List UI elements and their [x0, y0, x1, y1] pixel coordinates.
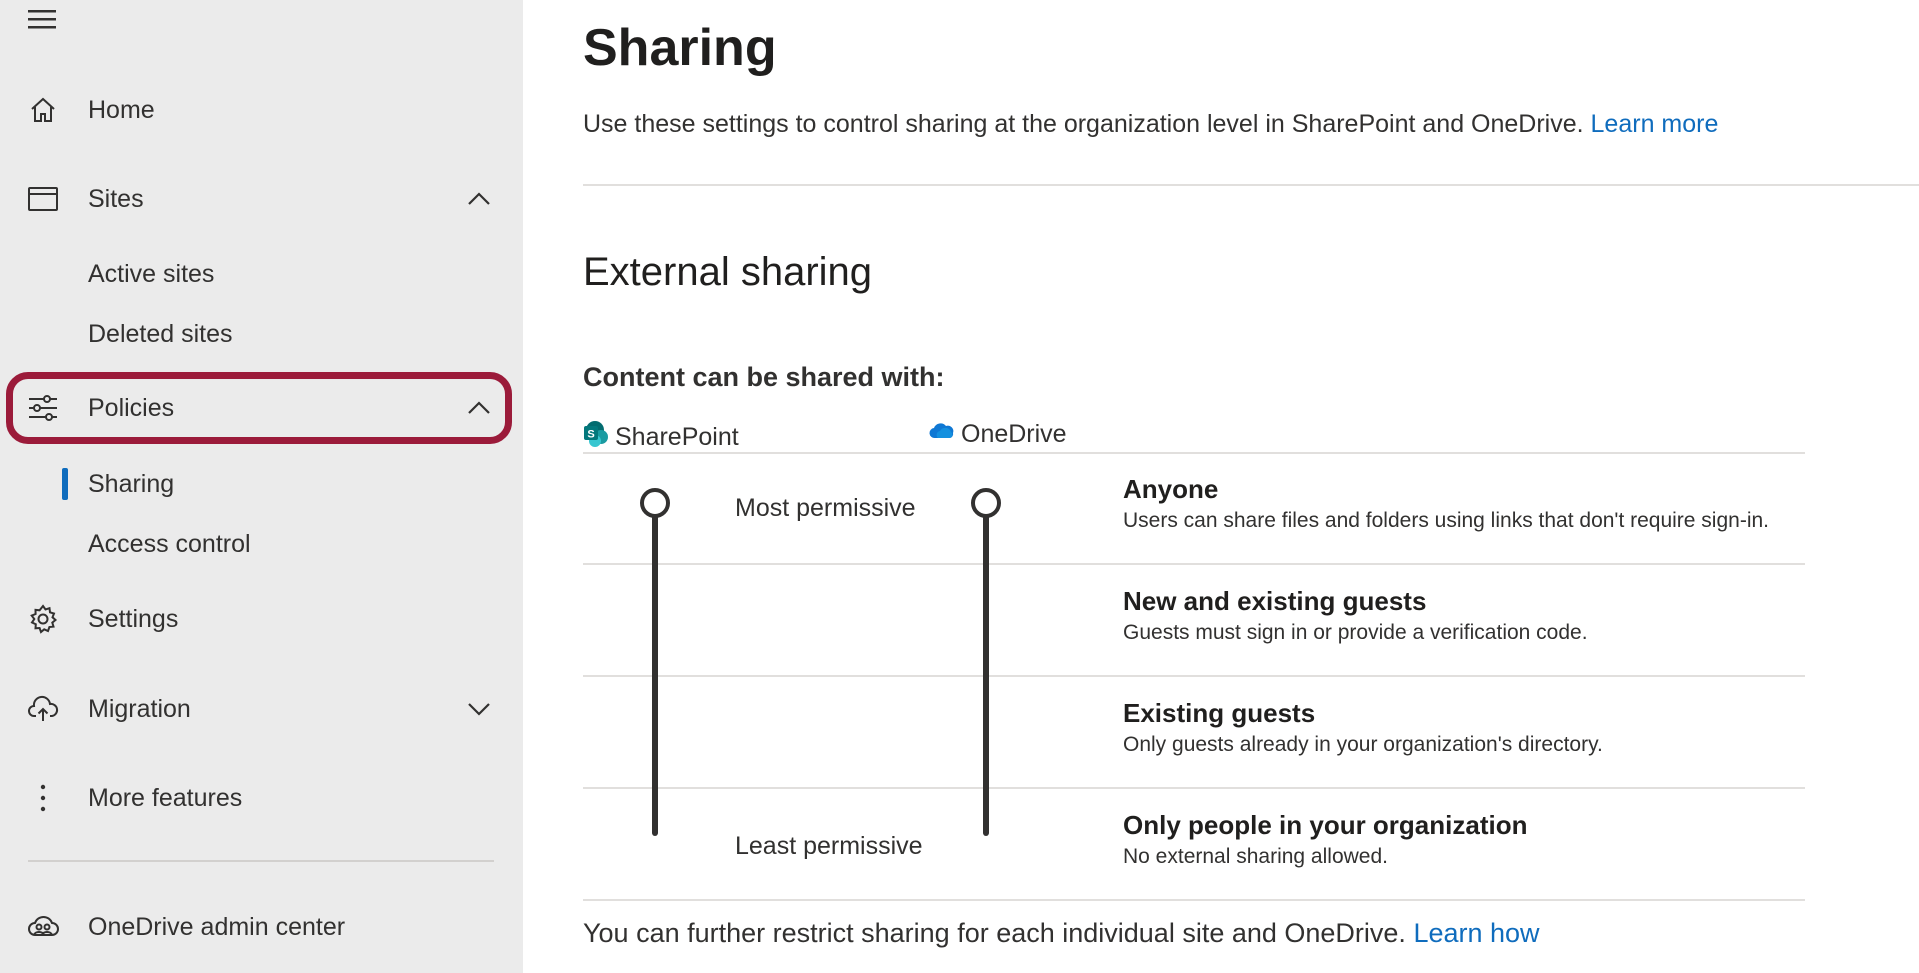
option-only-organization: Only people in your organization No exte…: [1123, 810, 1527, 869]
learn-how-link[interactable]: Learn how: [1413, 918, 1539, 948]
sidebar-item-access-control[interactable]: Access control: [0, 518, 523, 570]
home-icon: [26, 93, 60, 127]
page-description-text: Use these settings to control sharing at…: [583, 110, 1584, 138]
sidebar-item-migration[interactable]: Migration: [0, 679, 523, 739]
app-window: Home Sites Active sites Deleted sites Po…: [0, 0, 1919, 973]
sharepoint-label-text: SharePoint: [615, 423, 739, 451]
option-title: Anyone: [1123, 474, 1219, 504]
section-title: External sharing: [583, 250, 873, 294]
onedrive-label-text: OneDrive: [961, 420, 1067, 448]
sharepoint-logo-icon: S: [583, 420, 609, 455]
sidebar-item-label: Sharing: [88, 469, 175, 498]
sidebar-item-more-features[interactable]: More features: [0, 768, 523, 828]
learn-more-link[interactable]: Learn more: [1591, 110, 1719, 138]
slider-track: [652, 502, 658, 836]
onedrive-logo-icon: [929, 420, 955, 449]
sidebar-item-sharing[interactable]: Sharing: [0, 458, 523, 510]
onedrive-label: OneDrive: [929, 420, 1067, 449]
most-permissive-label: Most permissive: [735, 494, 916, 522]
sidebar-item-label: Deleted sites: [88, 319, 233, 348]
chevron-up-icon[interactable]: [462, 182, 496, 216]
option-anyone: Anyone Users can share files and folders…: [1123, 474, 1769, 533]
sidebar-item-onedrive-admin-center[interactable]: OneDrive admin center: [0, 897, 523, 957]
option-title: New and existing guests: [1123, 586, 1427, 616]
selected-indicator: [62, 468, 68, 500]
option-description: Only guests already in your organization…: [1123, 733, 1603, 756]
sidebar-nav: Home Sites Active sites Deleted sites Po…: [0, 0, 523, 973]
slider-thumb[interactable]: [640, 488, 670, 518]
sidebar-item-deleted-sites[interactable]: Deleted sites: [0, 308, 523, 360]
sliders-icon: [26, 391, 60, 425]
row-divider: [583, 675, 1805, 677]
least-permissive-label: Least permissive: [735, 832, 923, 860]
page-description: Use these settings to control sharing at…: [583, 110, 1718, 139]
sidebar-item-label: Settings: [88, 604, 179, 633]
slider-thumb[interactable]: [971, 488, 1001, 518]
sidebar-item-home[interactable]: Home: [0, 80, 523, 140]
option-description: Guests must sign in or provide a verific…: [1123, 621, 1588, 644]
sidebar-item-label: OneDrive admin center: [88, 912, 346, 941]
row-divider: [583, 787, 1805, 789]
section-divider: [583, 184, 1919, 186]
sidebar-item-label: Home: [88, 95, 155, 124]
sharepoint-sharing-slider[interactable]: [640, 488, 670, 850]
sidebar-item-sites[interactable]: Sites: [0, 169, 523, 229]
footer-note-text: You can further restrict sharing for eac…: [583, 918, 1406, 948]
row-divider: [583, 899, 1805, 901]
cloud-upload-icon: [26, 692, 60, 726]
option-description: Users can share files and folders using …: [1123, 509, 1770, 532]
slider-track: [983, 502, 989, 836]
content-shared-label: Content can be shared with:: [583, 362, 945, 392]
footer-note: You can further restrict sharing for eac…: [583, 918, 1540, 949]
sidebar-item-label: Policies: [88, 393, 175, 422]
sharepoint-label: S SharePoint: [583, 420, 739, 455]
option-new-existing-guests: New and existing guests Guests must sign…: [1123, 586, 1588, 645]
option-description: No external sharing allowed.: [1123, 845, 1388, 868]
sidebar-divider: [28, 860, 494, 862]
sidebar-item-label: Sites: [88, 184, 144, 213]
option-existing-guests: Existing guests Only guests already in y…: [1123, 698, 1603, 757]
sidebar-item-label: More features: [88, 783, 243, 812]
option-title: Existing guests: [1123, 698, 1316, 728]
sidebar-item-settings[interactable]: Settings: [0, 589, 523, 649]
browser-window-icon: [26, 182, 60, 216]
row-divider: [583, 563, 1805, 565]
cloud-people-icon: [26, 910, 60, 944]
sidebar-item-active-sites[interactable]: Active sites: [0, 248, 523, 300]
option-title: Only people in your organization: [1123, 810, 1528, 840]
page-title: Sharing: [583, 19, 777, 77]
sidebar-item-label: Active sites: [88, 259, 215, 288]
sidebar-item-policies[interactable]: Policies: [0, 378, 523, 438]
sidebar-item-label: Migration: [88, 694, 191, 723]
row-divider: [583, 452, 1805, 454]
onedrive-sharing-slider[interactable]: [971, 488, 1001, 850]
sidebar-item-label: Access control: [88, 529, 251, 558]
chevron-up-icon[interactable]: [462, 391, 496, 425]
gear-icon: [26, 602, 60, 636]
more-vertical-icon: [26, 781, 60, 815]
chevron-down-icon[interactable]: [462, 692, 496, 726]
main-content: Sharing Use these settings to control sh…: [523, 0, 1919, 973]
hamburger-menu-icon[interactable]: [28, 8, 58, 32]
svg-text:S: S: [587, 429, 594, 441]
